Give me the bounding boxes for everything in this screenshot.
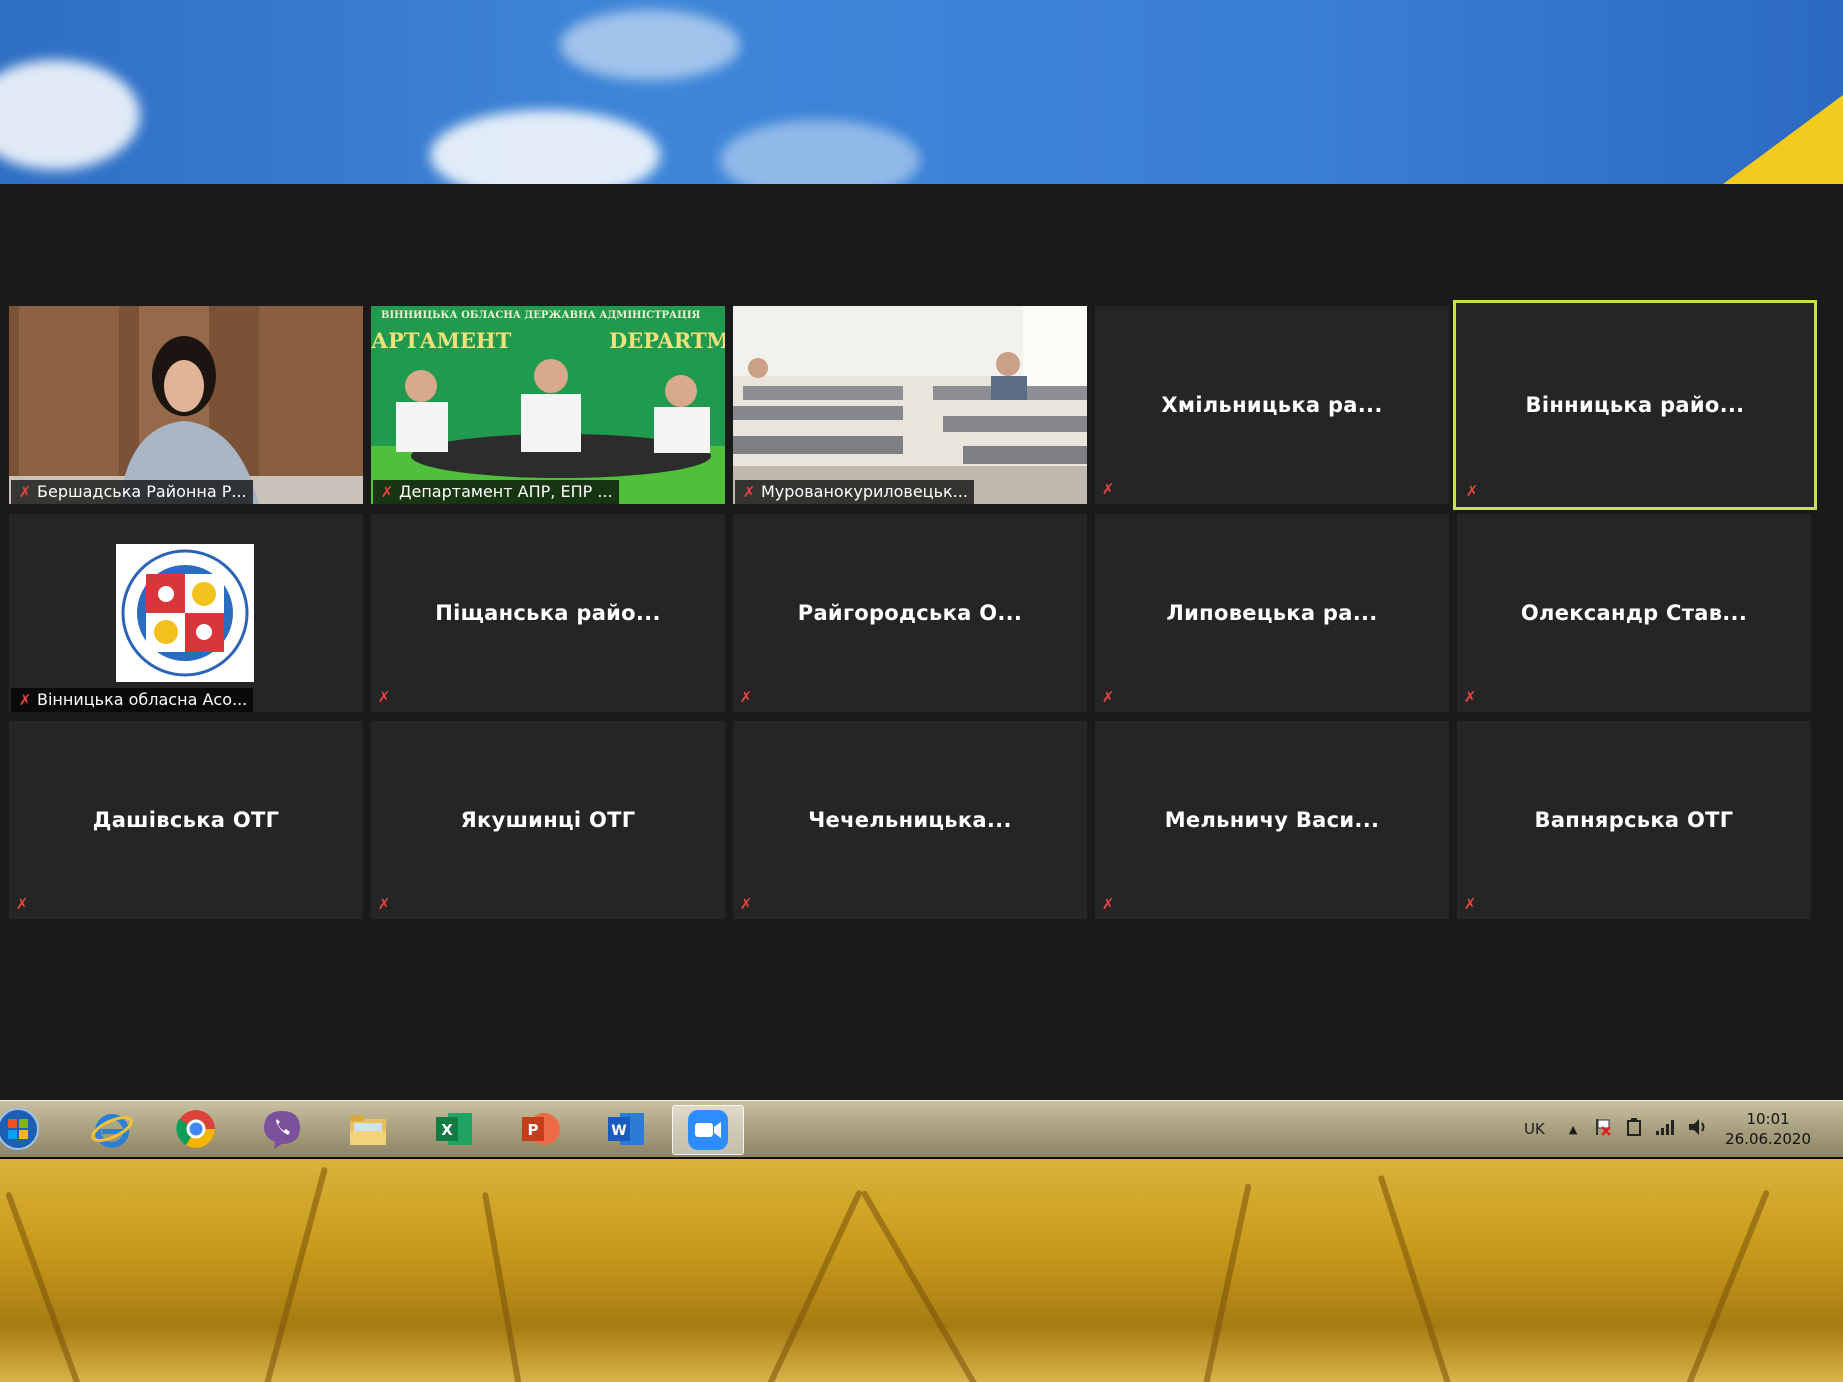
participant-tile[interactable]: Якушинці ОТГ ✗ bbox=[371, 721, 725, 919]
participant-tile[interactable]: Мельничу Васи... ✗ bbox=[1095, 721, 1449, 919]
excel-button[interactable]: X bbox=[422, 1105, 486, 1153]
power-icon[interactable] bbox=[1625, 1117, 1643, 1141]
participant-tile[interactable]: Липовецька ра... ✗ bbox=[1095, 514, 1449, 712]
participant-video bbox=[733, 306, 1087, 504]
participant-name-label: ✗ Департамент АПР, ЕПР ... bbox=[373, 480, 619, 504]
flag-yellow-stripe bbox=[1723, 95, 1843, 184]
participant-name: Хмільницька ра... bbox=[1161, 393, 1383, 417]
video-banner-line2-right: DEPARTM bbox=[609, 328, 725, 353]
excel-icon: X bbox=[436, 1113, 472, 1145]
mic-muted-icon: ✗ bbox=[1101, 480, 1115, 498]
start-button[interactable] bbox=[0, 1105, 50, 1153]
start-icon bbox=[0, 1108, 39, 1150]
participant-name: Мельничу Васи... bbox=[1164, 808, 1380, 832]
participant-name: Вінницька райо... bbox=[1525, 393, 1745, 417]
internet-explorer-icon bbox=[91, 1114, 133, 1148]
svg-text:P: P bbox=[528, 1121, 539, 1139]
wheat-background bbox=[0, 1159, 1843, 1382]
powerpoint-button[interactable]: P bbox=[508, 1105, 572, 1153]
clock-time: 10:01 bbox=[1746, 1110, 1790, 1128]
mic-muted-icon: ✗ bbox=[1463, 895, 1477, 913]
mic-muted-icon: ✗ bbox=[739, 895, 753, 913]
mic-muted-icon: ✗ bbox=[739, 688, 753, 706]
participant-name: Вінницька обласна Асо... bbox=[37, 690, 248, 709]
mic-muted-icon: ✗ bbox=[1101, 895, 1115, 913]
file-explorer-icon bbox=[350, 1115, 386, 1145]
video-banner-line1: ВІННИЦЬКА ОБЛАСНА ДЕРЖАВНА АДМІНІСТРАЦІЯ bbox=[381, 310, 701, 321]
mic-muted-icon: ✗ bbox=[380, 483, 394, 501]
sky-background bbox=[0, 0, 1843, 184]
mic-muted-icon: ✗ bbox=[1463, 688, 1477, 706]
participant-name: Олександр Став... bbox=[1520, 601, 1748, 625]
show-hidden-icons-icon[interactable]: ▲ bbox=[1569, 1123, 1577, 1136]
participant-tile[interactable]: ✗ Вінницька обласна Асо... bbox=[9, 514, 363, 712]
zoom-gallery-window: ✗ Бершадська Районна Р... ВІННИЦЬКА ОБЛА… bbox=[0, 184, 1843, 1100]
chrome-icon bbox=[176, 1110, 215, 1148]
association-logo bbox=[116, 544, 254, 682]
zoom-button[interactable] bbox=[672, 1105, 744, 1155]
network-icon[interactable] bbox=[1655, 1118, 1675, 1140]
participant-tile[interactable]: ✗ Бершадська Районна Р... bbox=[9, 306, 363, 504]
internet-explorer-button[interactable] bbox=[80, 1105, 144, 1153]
participant-tile[interactable]: Піщанська райо... ✗ bbox=[371, 514, 725, 712]
participant-name: Вапнярська ОТГ bbox=[1534, 808, 1734, 832]
action-center-flag-icon[interactable] bbox=[1593, 1117, 1613, 1141]
participant-tile-active-speaker[interactable]: Вінницька райо... ✗ bbox=[1453, 300, 1817, 510]
mic-muted-icon: ✗ bbox=[1465, 482, 1479, 500]
participant-name: Піщанська райо... bbox=[435, 601, 661, 625]
participant-name-label: ✗ Вінницька обласна Асо... bbox=[11, 688, 254, 712]
mic-muted-icon: ✗ bbox=[377, 895, 391, 913]
participant-video bbox=[9, 306, 363, 504]
powerpoint-icon: P bbox=[522, 1113, 560, 1145]
participant-tile[interactable]: Вапнярська ОТГ ✗ bbox=[1457, 721, 1811, 919]
participant-name: Бершадська Районна Р... bbox=[37, 482, 247, 501]
participant-name: Липовецька ра... bbox=[1166, 601, 1378, 625]
volume-icon[interactable] bbox=[1687, 1117, 1709, 1141]
participant-tile[interactable]: Дашівська ОТГ ✗ bbox=[9, 721, 363, 919]
word-button[interactable]: W bbox=[594, 1105, 658, 1153]
zoom-icon bbox=[688, 1110, 728, 1150]
viber-icon bbox=[264, 1111, 300, 1149]
participant-tile[interactable]: Райгородська О... ✗ bbox=[733, 514, 1087, 712]
participant-tile[interactable]: ВІННИЦЬКА ОБЛАСНА ДЕРЖАВНА АДМІНІСТРАЦІЯ… bbox=[371, 306, 725, 504]
participant-name: Чечельницька... bbox=[808, 808, 1012, 832]
participant-name: Мурованокуриловецьк... bbox=[761, 482, 968, 501]
mic-muted-icon: ✗ bbox=[15, 895, 29, 913]
participant-name-label: ✗ Бершадська Районна Р... bbox=[11, 480, 253, 504]
chrome-button[interactable] bbox=[164, 1105, 228, 1153]
participant-name: Дашівська ОТГ bbox=[92, 808, 280, 832]
system-tray: UK ▲ bbox=[1524, 1101, 1709, 1157]
participant-name: Райгородська О... bbox=[797, 601, 1023, 625]
participant-name-label: ✗ Мурованокуриловецьк... bbox=[735, 480, 974, 504]
participant-tile[interactable]: ✗ Мурованокуриловецьк... bbox=[733, 306, 1087, 504]
svg-text:X: X bbox=[441, 1121, 453, 1139]
language-indicator[interactable]: UK bbox=[1524, 1120, 1545, 1138]
participant-tile[interactable]: Чечельницька... ✗ bbox=[733, 721, 1087, 919]
taskbar-clock[interactable]: 10:01 26.06.2020 bbox=[1725, 1109, 1811, 1149]
svg-text:W: W bbox=[611, 1123, 626, 1139]
mic-muted-icon: ✗ bbox=[742, 483, 756, 501]
viber-button[interactable] bbox=[250, 1105, 314, 1153]
taskbar: X P W UK ▲ 10:01 26.06.2020 bbox=[0, 1100, 1843, 1160]
mic-muted-icon: ✗ bbox=[377, 688, 391, 706]
participant-name: Департамент АПР, ЕПР ... bbox=[399, 482, 613, 501]
word-icon: W bbox=[608, 1113, 644, 1145]
video-banner-line2-left: АРТАМЕНТ bbox=[371, 328, 512, 353]
mic-muted-icon: ✗ bbox=[18, 483, 32, 501]
file-explorer-button[interactable] bbox=[336, 1105, 400, 1153]
participant-tile[interactable]: Хмільницька ра... ✗ bbox=[1095, 306, 1449, 504]
mic-muted-icon: ✗ bbox=[18, 691, 32, 709]
participant-name: Якушинці ОТГ bbox=[460, 808, 636, 832]
mic-muted-icon: ✗ bbox=[1101, 688, 1115, 706]
clock-date: 26.06.2020 bbox=[1725, 1130, 1811, 1148]
participant-tile[interactable]: Олександр Став... ✗ bbox=[1457, 514, 1811, 712]
